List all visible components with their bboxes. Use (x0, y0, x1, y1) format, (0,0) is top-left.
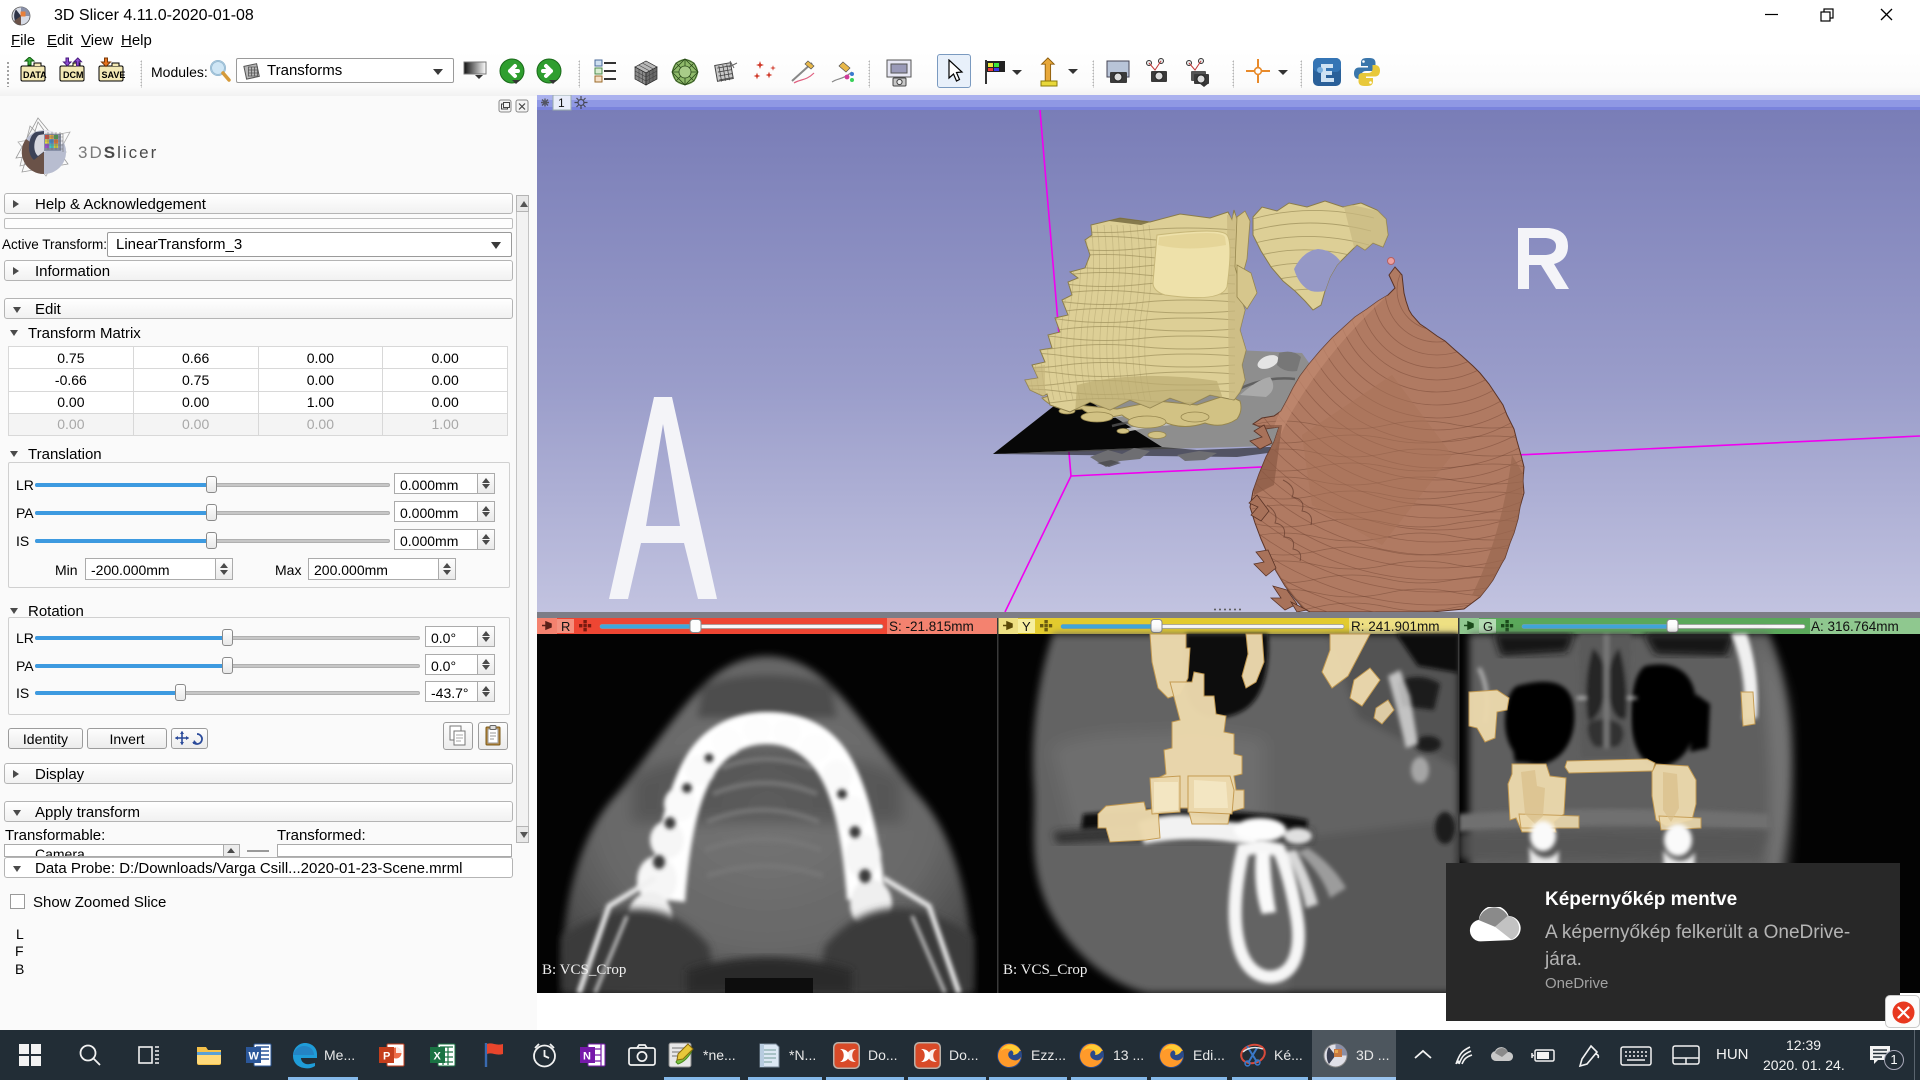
svg-text:B: VCS_Crop: B: VCS_Crop (1003, 962, 1087, 978)
svg-text:S: -21.815mm: S: -21.815mm (889, 619, 974, 634)
svg-text:N: N (583, 1051, 591, 1063)
svg-text:R: 241.901mm: R: 241.901mm (1351, 619, 1440, 634)
svg-text:DATA: DATA (23, 70, 47, 80)
svg-text:1: 1 (558, 96, 565, 110)
svg-text:X: X (434, 1051, 442, 1063)
svg-text:B: VCS_Crop: B: VCS_Crop (542, 962, 626, 978)
svg-text:G: G (1483, 619, 1493, 634)
svg-text:W: W (249, 1051, 260, 1063)
svg-text:Y: Y (1022, 619, 1031, 634)
svg-text:R: R (561, 619, 570, 634)
svg-text:P: P (383, 1051, 390, 1063)
svg-text:SAVE: SAVE (102, 70, 126, 80)
svg-text:A: 316.764mm: A: 316.764mm (1811, 619, 1899, 634)
svg-text:3DSlicer: 3DSlicer (78, 143, 158, 162)
svg-text:DCM: DCM (63, 70, 84, 80)
